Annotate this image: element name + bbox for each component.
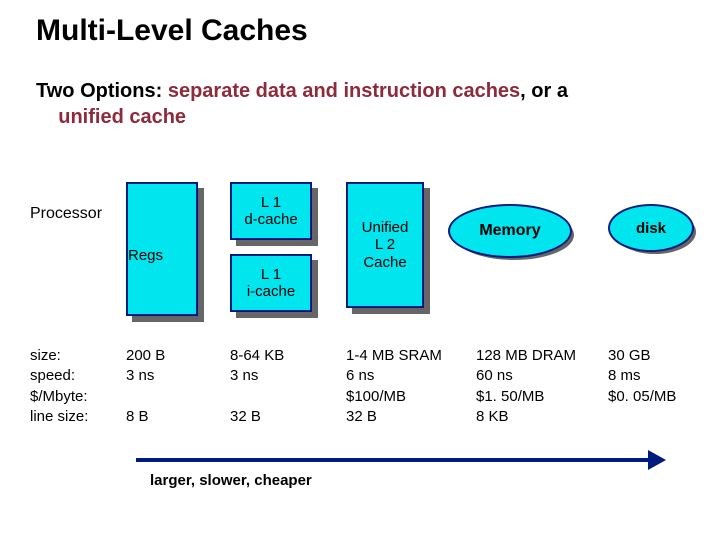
regs-line: 8 B: [126, 407, 226, 427]
metric-row-labels: size: speed: $/Mbyte: line size:: [30, 346, 120, 427]
l1-icache-box: L 1 i-cache: [230, 254, 312, 312]
l2-speed: 6 ns: [346, 366, 476, 386]
l1-size: 8-64 KB: [230, 346, 330, 366]
memory-ellipse: Memory: [448, 204, 572, 258]
regs-speed: 3 ns: [126, 366, 226, 386]
disk-label: disk: [636, 220, 666, 237]
l1-cost: [230, 387, 330, 407]
memory-label: Memory: [479, 222, 540, 240]
l1-speed: 3 ns: [230, 366, 330, 386]
l1d-label: L 1 d-cache: [244, 194, 297, 229]
processor-label: Processor: [30, 205, 102, 223]
l1i-label: L 1 i-cache: [247, 266, 295, 301]
regs-size: 200 B: [126, 346, 226, 366]
subtitle-text-2: , or a: [520, 80, 568, 102]
col-disk: 30 GB 8 ms $0. 05/MB: [608, 346, 708, 427]
disk-line: [608, 407, 708, 427]
disk-cost: $0. 05/MB: [608, 387, 708, 407]
slide-subtitle: Two Options: separate data and instructi…: [36, 78, 676, 130]
trend-arrow: [136, 450, 666, 470]
disk-ellipse: disk: [608, 204, 694, 252]
slide-title: Multi-Level Caches: [36, 14, 308, 48]
row-size: size:: [30, 346, 120, 366]
subtitle-highlight-1: separate data and instruction caches: [168, 80, 520, 102]
mem-cost: $1. 50/MB: [476, 387, 606, 407]
l2-cache-box: Unified L 2 Cache: [346, 182, 424, 308]
arrow-line: [136, 458, 656, 462]
disk-speed: 8 ms: [608, 366, 708, 386]
col-l1: 8-64 KB 3 ns 32 B: [230, 346, 330, 427]
col-memory: 128 MB DRAM 60 ns $1. 50/MB 8 KB: [476, 346, 606, 427]
l1-line: 32 B: [230, 407, 330, 427]
regs-box-label: Regs: [128, 247, 163, 264]
l1-dcache-box: L 1 d-cache: [230, 182, 312, 240]
subtitle-indent: [36, 106, 58, 128]
l2-label: Unified L 2 Cache: [362, 219, 409, 271]
row-cost: $/Mbyte:: [30, 387, 120, 407]
mem-size: 128 MB DRAM: [476, 346, 606, 366]
row-line: line size:: [30, 407, 120, 427]
regs-cost: [126, 387, 226, 407]
regs-box: Regs: [126, 182, 198, 316]
mem-line: 8 KB: [476, 407, 606, 427]
l2-line: 32 B: [346, 407, 476, 427]
mem-speed: 60 ns: [476, 366, 606, 386]
subtitle-text: Two Options:: [36, 80, 168, 102]
subtitle-highlight-2: unified cache: [58, 106, 186, 128]
arrow-right-icon: [648, 450, 666, 470]
arrow-caption: larger, slower, cheaper: [150, 472, 312, 489]
l2-size: 1-4 MB SRAM: [346, 346, 476, 366]
disk-size: 30 GB: [608, 346, 708, 366]
col-regs: 200 B 3 ns 8 B: [126, 346, 226, 427]
row-speed: speed:: [30, 366, 120, 386]
l2-cost: $100/MB: [346, 387, 476, 407]
col-l2: 1-4 MB SRAM 6 ns $100/MB 32 B: [346, 346, 476, 427]
